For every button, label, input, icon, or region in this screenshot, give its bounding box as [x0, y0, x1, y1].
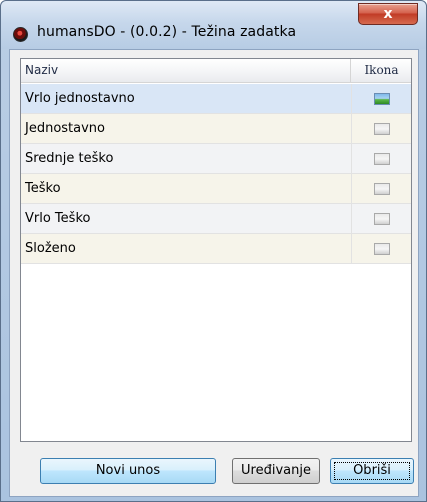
dialog-client-area: Naziv Ikona Vrlo jednostavno Jednostavno… — [9, 49, 419, 497]
close-button[interactable]: x — [358, 3, 418, 25]
row-name: Vrlo Teško — [25, 211, 91, 226]
row-name: Vrlo jednostavno — [25, 91, 135, 106]
column-header-ikona[interactable]: Ikona — [351, 59, 412, 83]
new-entry-button[interactable]: Novi unos — [40, 458, 216, 484]
row-name: Jednostavno — [25, 121, 105, 136]
row-name: Srednje teško — [25, 151, 114, 166]
dialog-window: humansDO - (0.0.2) - Težina zadatka x Na… — [0, 0, 427, 502]
image-gray-icon — [374, 213, 390, 225]
table-header: Naziv Ikona — [21, 59, 411, 83]
edit-label: Uređivanje — [241, 463, 311, 478]
column-header-naziv[interactable]: Naziv — [21, 59, 351, 83]
row-name: Teško — [25, 181, 61, 196]
image-color-icon — [374, 93, 390, 105]
image-gray-icon — [374, 183, 390, 195]
window-title: humansDO - (0.0.2) - Težina zadatka — [37, 24, 297, 40]
table-row[interactable]: Srednje teško — [21, 144, 411, 174]
title-bar[interactable]: humansDO - (0.0.2) - Težina zadatka x — [1, 1, 426, 49]
difficulty-table[interactable]: Naziv Ikona Vrlo jednostavno Jednostavno… — [20, 58, 412, 442]
app-icon — [13, 27, 28, 42]
image-gray-icon — [374, 153, 390, 165]
new-entry-label: Novi unos — [95, 463, 161, 478]
image-gray-icon — [374, 123, 390, 135]
delete-button[interactable]: Obriši — [330, 458, 414, 484]
table-row[interactable]: Teško — [21, 174, 411, 204]
table-row[interactable]: Vrlo Teško — [21, 204, 411, 234]
image-gray-icon — [374, 243, 390, 255]
table-row[interactable]: Jednostavno — [21, 114, 411, 144]
table-row[interactable]: Složeno — [21, 234, 411, 264]
edit-button[interactable]: Uređivanje — [232, 458, 320, 484]
row-name: Složeno — [25, 241, 76, 256]
table-row[interactable]: Vrlo jednostavno — [21, 84, 411, 114]
